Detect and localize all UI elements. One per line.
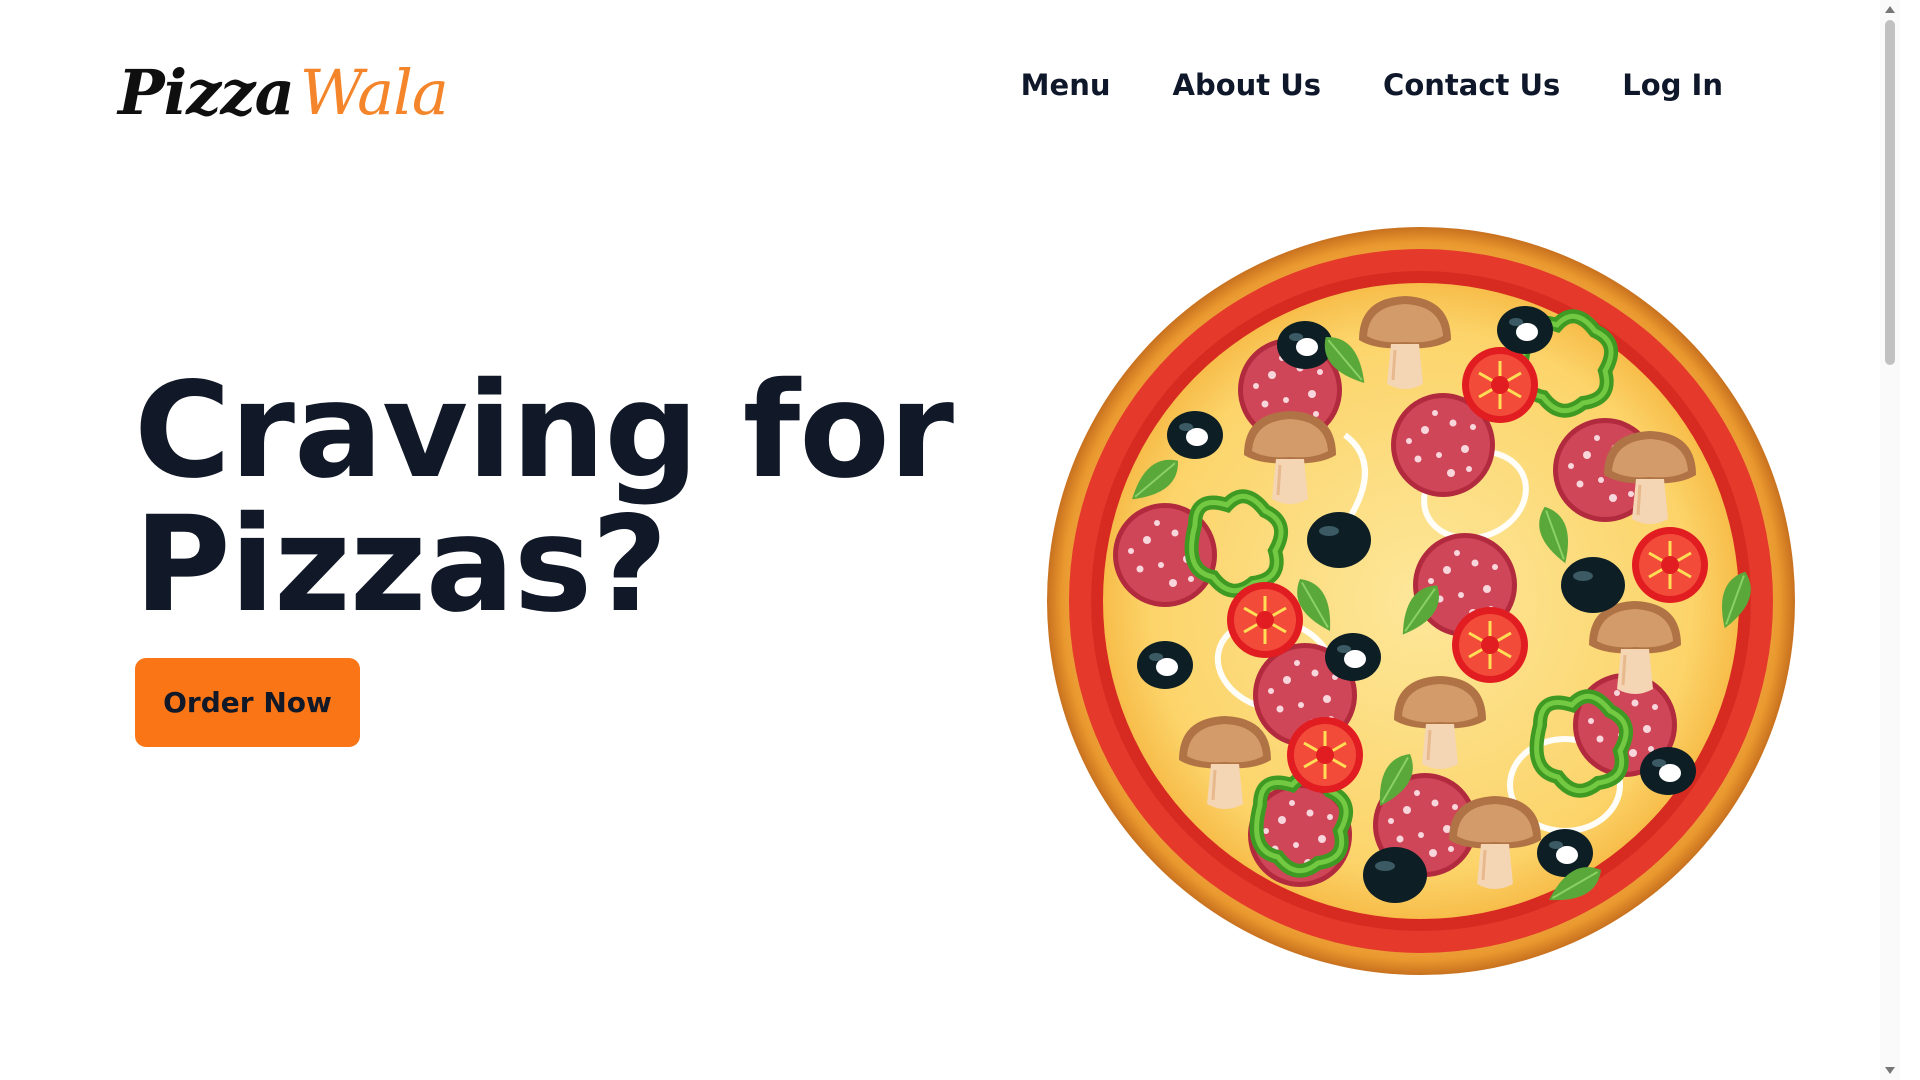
nav-about-us-link[interactable]: About Us bbox=[1173, 68, 1322, 102]
nav-log-in-link[interactable]: Log In bbox=[1622, 68, 1723, 102]
hero-headline: Craving for Pizzas? bbox=[134, 354, 954, 642]
nav-contact-us-link[interactable]: Contact Us bbox=[1383, 68, 1560, 102]
hero-headline-line-1: Craving for bbox=[134, 354, 954, 508]
scrollbar-thumb[interactable] bbox=[1885, 20, 1895, 365]
logo-text-wala: Wala bbox=[299, 56, 449, 129]
main-nav: Menu About Us Contact Us Log In bbox=[1021, 68, 1723, 102]
scroll-down-arrow-icon[interactable] bbox=[1885, 1067, 1895, 1074]
vertical-scrollbar[interactable] bbox=[1880, 0, 1900, 1080]
nav-menu-link[interactable]: Menu bbox=[1021, 68, 1111, 102]
order-now-button[interactable]: Order Now bbox=[135, 658, 360, 747]
pizza-illustration bbox=[1047, 227, 1795, 975]
logo[interactable]: Pizza Wala bbox=[118, 52, 449, 129]
landing-page: Pizza Wala Menu About Us Contact Us Log … bbox=[0, 0, 1900, 1080]
logo-text-pizza: Pizza bbox=[118, 56, 295, 129]
scroll-up-arrow-icon[interactable] bbox=[1885, 6, 1895, 13]
hero-headline-line-2: Pizzas? bbox=[134, 488, 668, 642]
